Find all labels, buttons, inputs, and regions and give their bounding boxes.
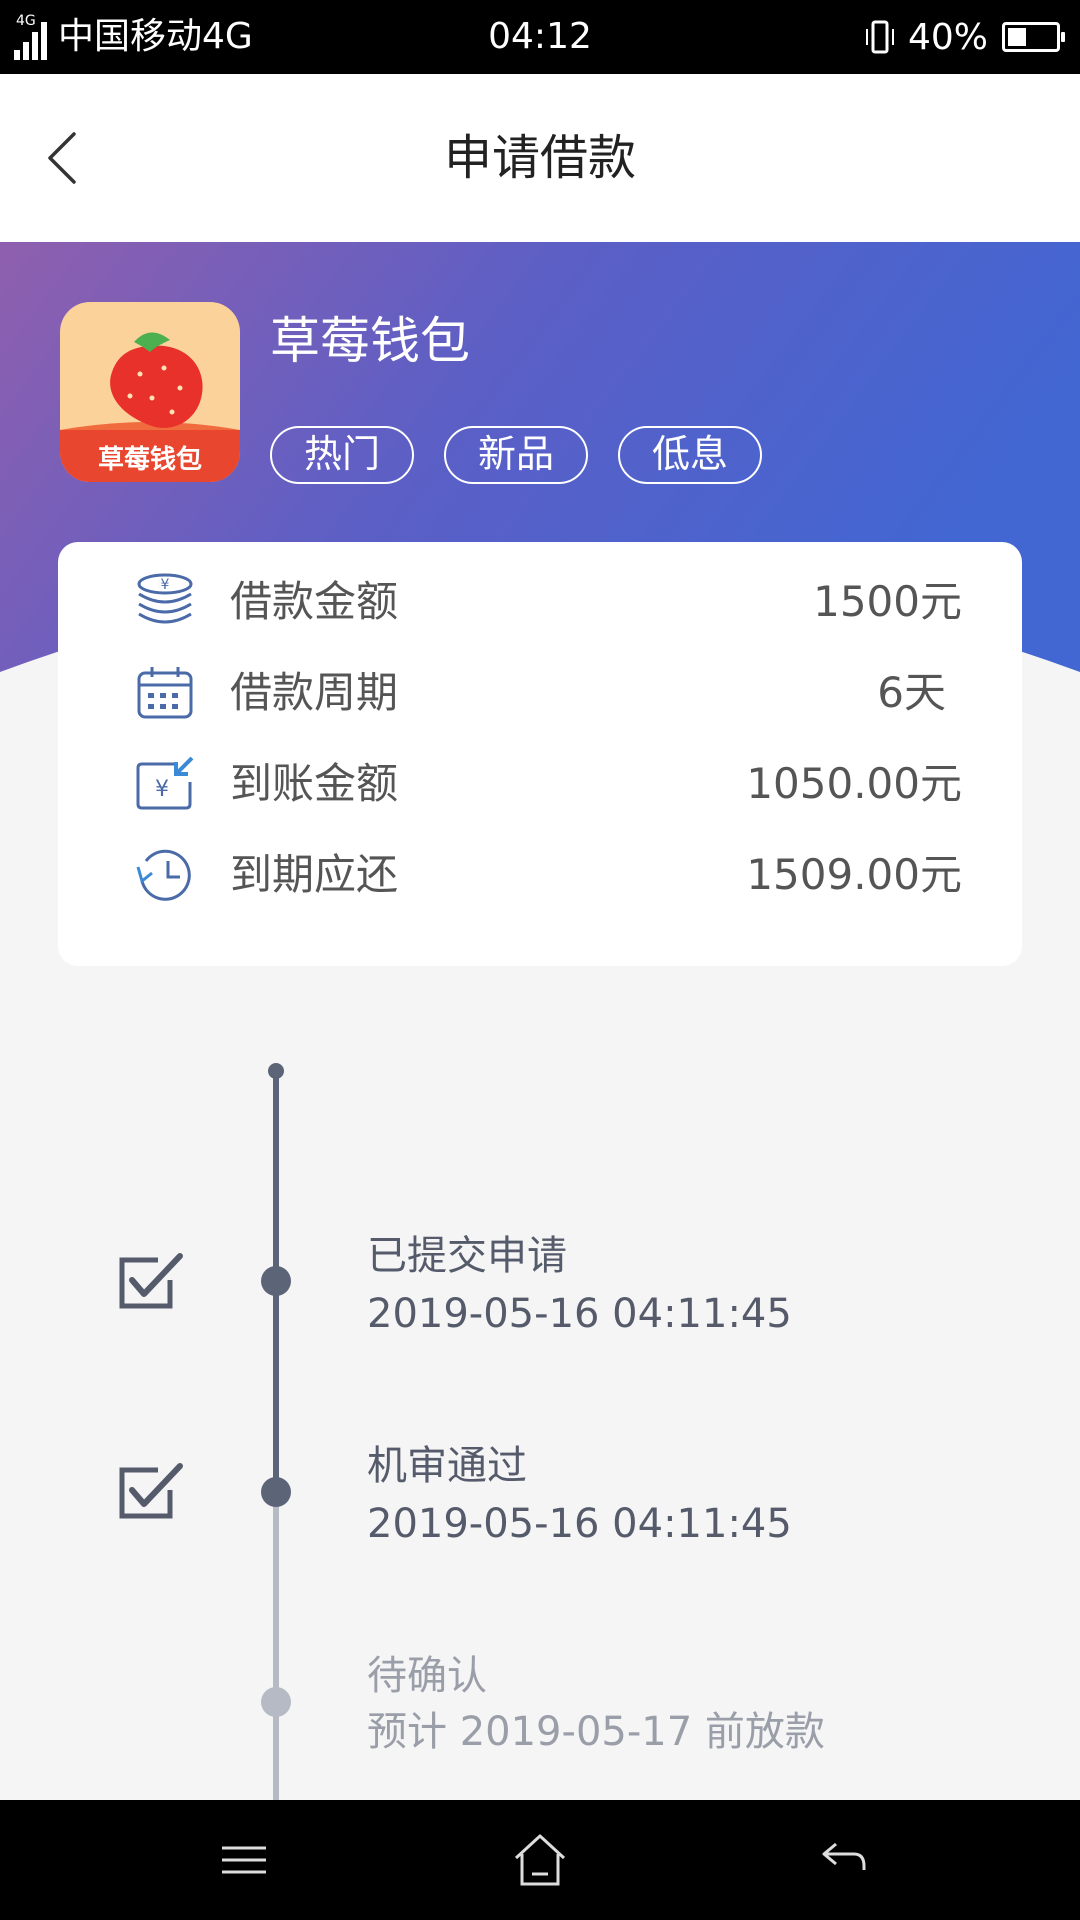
loan-value-period: 6天 xyxy=(877,668,946,717)
app-tags: 热门 新品 低息 xyxy=(270,426,792,484)
logo-text: 草莓钱包 xyxy=(98,444,202,475)
status-bar: 4G 中国移动4G 04:12 40% xyxy=(0,0,1080,74)
app-logo: 草莓钱包 xyxy=(60,302,240,482)
vibrate-icon xyxy=(865,20,894,54)
calendar-icon xyxy=(137,667,193,719)
timeline-dot xyxy=(261,1266,291,1296)
loan-label-period: 借款周期 xyxy=(230,668,399,717)
menu-icon[interactable] xyxy=(214,1830,274,1890)
svg-text:¥: ¥ xyxy=(161,577,170,593)
loan-row-amount: ¥ 借款金额 1500元 xyxy=(58,562,1022,642)
money-in-icon: ¥ xyxy=(136,756,194,810)
loan-row-received: ¥ 到账金额 1050.00元 xyxy=(58,744,1022,824)
back-arrow-icon[interactable] xyxy=(810,1830,870,1890)
loan-label-amount: 借款金额 xyxy=(230,577,399,626)
battery-icon xyxy=(1002,22,1065,52)
loan-row-due: 到期应还 1509.00元 xyxy=(58,835,1022,915)
coins-icon: ¥ xyxy=(137,573,193,624)
step-time: 2019-05-16 04:11:45 xyxy=(367,1501,792,1547)
step-title: 机审通过 xyxy=(367,1443,527,1489)
step-time: 2019-05-16 04:11:45 xyxy=(367,1291,792,1337)
checkbox-checked-icon xyxy=(119,1253,183,1309)
nav-header: 申请借款 xyxy=(0,74,1080,242)
timeline-dot xyxy=(261,1687,291,1717)
loan-value-amount: 1500元 xyxy=(813,577,962,626)
tag-new: 新品 xyxy=(444,426,588,484)
loan-value-due: 1509.00元 xyxy=(746,850,962,899)
timeline-dot xyxy=(261,1477,291,1507)
step-time: 预计 2019-05-17 前放款 xyxy=(367,1709,825,1755)
tag-low-interest: 低息 xyxy=(618,426,762,484)
status-right: 40% xyxy=(864,12,1065,62)
system-nav-bar xyxy=(0,1800,1080,1920)
step-title: 已提交申请 xyxy=(367,1233,567,1279)
checkbox-checked-icon xyxy=(119,1463,183,1519)
clock-return-icon xyxy=(136,849,191,901)
timeline-start-dot xyxy=(268,1063,284,1079)
loan-label-received: 到账金额 xyxy=(230,759,399,808)
app-name: 草莓钱包 xyxy=(270,312,470,370)
loan-label-due: 到期应还 xyxy=(230,850,399,899)
loan-value-received: 1050.00元 xyxy=(746,759,962,808)
battery-percent: 40% xyxy=(907,16,988,58)
step-title: 待确认 xyxy=(367,1653,487,1699)
loan-row-period: 借款周期 6天 xyxy=(58,653,1022,733)
timeline-line-pending xyxy=(273,1492,279,1802)
loan-info-card: ¥ 借款金额 1500元 借款周期 6天 ¥ 到账金额 1050.00元 到期应… xyxy=(58,542,1022,966)
svg-text:¥: ¥ xyxy=(155,777,169,802)
home-icon[interactable] xyxy=(510,1830,570,1890)
page-title: 申请借款 xyxy=(443,130,636,186)
tag-hot: 热门 xyxy=(270,426,414,484)
